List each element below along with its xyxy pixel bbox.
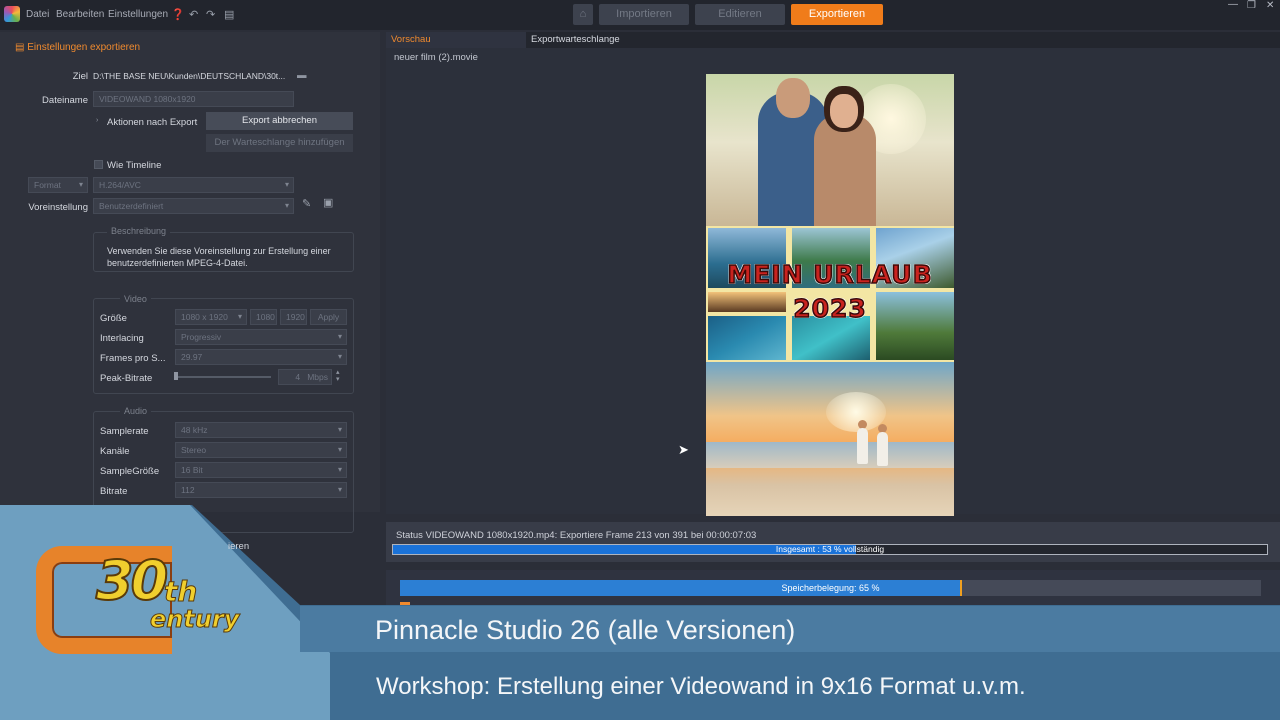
samplerate-label: Samplerate: [100, 426, 149, 437]
banner-subtitle: Workshop: Erstellung einer Videowand in …: [376, 673, 1026, 700]
audio-bitrate-select[interactable]: 112: [175, 482, 347, 498]
tab-export-queue[interactable]: Exportwarteschlange: [526, 32, 666, 48]
add-to-queue-button[interactable]: Der Warteschlange hinzufügen: [206, 134, 353, 152]
audio-group-title: Audio: [120, 406, 152, 416]
export-settings-panel: ▤ Einstellungen exportieren Ziel D:\THE …: [0, 32, 380, 533]
overall-progress-label: Insgesamt : 53 % vollständig: [775, 544, 885, 554]
overall-progress-bar: Insgesamt : 53 % vollständig: [392, 544, 1268, 555]
codec-select[interactable]: H.264/AVC: [93, 177, 294, 193]
bitrate-stepper-icon[interactable]: ▴ ▾: [336, 369, 340, 383]
banner-title: Pinnacle Studio 26 (alle Versionen): [375, 615, 796, 645]
partial-settings-label: ieren: [228, 541, 250, 552]
nav-edit-button[interactable]: Editieren: [695, 4, 785, 25]
travel-collage: MEIN URLAUB 2023: [706, 226, 954, 362]
width-input[interactable]: 1080: [250, 309, 277, 325]
title-line-2: 2023: [792, 293, 867, 324]
restore-icon[interactable]: ❐: [1247, 0, 1256, 11]
memory-panel: Speicherbelegung: 65 %: [386, 570, 1280, 606]
export-status: Status VIDEOWAND 1080x1920.mp4: Exportie…: [386, 522, 1280, 562]
preset-select[interactable]: Benutzerdefiniert: [93, 198, 294, 214]
tab-strip: Vorschau Exportwarteschlange: [386, 32, 1280, 48]
logo-suffix: th: [163, 575, 198, 609]
export-settings-header: ▤ Einstellungen exportieren: [15, 42, 141, 53]
after-export-label: Aktionen nach Export: [107, 117, 198, 128]
video-group-title: Video: [120, 294, 151, 304]
samplesize-label: SampleGröße: [100, 466, 160, 477]
format-select[interactable]: Format: [28, 177, 88, 193]
menu-edit[interactable]: Bearbeiten: [56, 9, 104, 20]
title-bar: Datei Bearbeiten Einstellungen ❓ ↶ ↷ ▤ ⌂…: [0, 0, 1280, 30]
preset-label: Voreinstellung: [28, 202, 88, 213]
status-text: Status VIDEOWAND 1080x1920.mp4: Exportie…: [396, 530, 757, 541]
logo-word: entury: [149, 605, 240, 634]
edit-preset-icon[interactable]: ✎: [302, 197, 311, 210]
tab-preview[interactable]: Vorschau: [386, 32, 526, 48]
samplesize-select[interactable]: 16 Bit: [175, 462, 347, 478]
video-preview[interactable]: MEIN URLAUB 2023: [706, 74, 954, 516]
minimize-icon[interactable]: —: [1228, 0, 1238, 10]
home-icon: ⌂: [579, 8, 587, 20]
help-icon[interactable]: ❓: [171, 8, 185, 21]
channels-label: Kanäle: [100, 446, 130, 457]
samplerate-select[interactable]: 48 kHz: [175, 422, 347, 438]
close-icon[interactable]: ✕: [1266, 0, 1274, 11]
memory-bar: Speicherbelegung: 65 %: [400, 580, 1261, 596]
project-filename: neuer film (2).movie: [394, 52, 478, 63]
description-text: Verwenden Sie diese Voreinstellung zur E…: [107, 246, 331, 268]
title-line-1: MEIN URLAUB: [727, 259, 933, 290]
menu-file[interactable]: Datei: [26, 9, 49, 20]
beach-photo: [706, 362, 954, 516]
bitrate-input[interactable]: 4 Mbps: [278, 369, 332, 385]
target-label: Ziel: [72, 71, 88, 82]
logo-number: 30: [95, 548, 169, 613]
folder-icon[interactable]: ▬: [297, 70, 307, 81]
peak-bitrate-label: Peak-Bitrate: [100, 373, 153, 384]
nav-import-button[interactable]: Importieren: [599, 4, 689, 25]
height-input[interactable]: 1920: [280, 309, 307, 325]
interlacing-label: Interlacing: [100, 333, 144, 344]
mouse-cursor-icon: ➤: [678, 442, 689, 457]
audio-bitrate-label: Bitrate: [100, 486, 128, 497]
chevron-right-icon[interactable]: ›: [96, 117, 98, 124]
app-logo-icon: [4, 6, 20, 22]
description-title: Beschreibung: [107, 226, 171, 236]
filename-label: Dateiname: [42, 95, 88, 106]
cancel-export-button[interactable]: Export abbrechen: [206, 112, 353, 130]
preview-area: Vorschau Exportwarteschlange neuer film …: [386, 32, 1280, 516]
target-path: D:\THE BASE NEU\Kunden\DEUTSCHLAND\30t..…: [93, 71, 286, 81]
bitrate-slider-handle[interactable]: [174, 372, 178, 380]
undo-icon[interactable]: ↶: [189, 8, 198, 21]
interlacing-select[interactable]: Progressiv: [175, 329, 347, 345]
filename-input[interactable]: VIDEOWAND 1080x1920: [93, 91, 294, 107]
redo-icon[interactable]: ↷: [206, 8, 215, 21]
memory-label: Speicherbelegung: 65 %: [781, 583, 880, 593]
menu-settings[interactable]: Einstellungen: [108, 9, 168, 20]
home-button[interactable]: ⌂: [573, 4, 593, 25]
nav-export-button[interactable]: Exportieren: [791, 4, 883, 25]
export-doc-icon: ▤: [15, 42, 28, 53]
bitrate-slider[interactable]: [176, 376, 271, 378]
fps-select[interactable]: 29.97: [175, 349, 347, 365]
channels-select[interactable]: Stereo: [175, 442, 347, 458]
save-preset-icon[interactable]: ▣: [323, 196, 333, 209]
like-timeline-label: Wie Timeline: [107, 160, 162, 171]
couple-photo: [706, 74, 954, 226]
size-label: Größe: [100, 313, 127, 324]
size-select[interactable]: 1080 x 1920: [175, 309, 247, 325]
fps-label: Frames pro S...: [100, 353, 166, 364]
like-timeline-checkbox[interactable]: [94, 160, 103, 169]
document-icon[interactable]: ▤: [224, 8, 234, 21]
apply-button[interactable]: Apply: [310, 309, 347, 325]
